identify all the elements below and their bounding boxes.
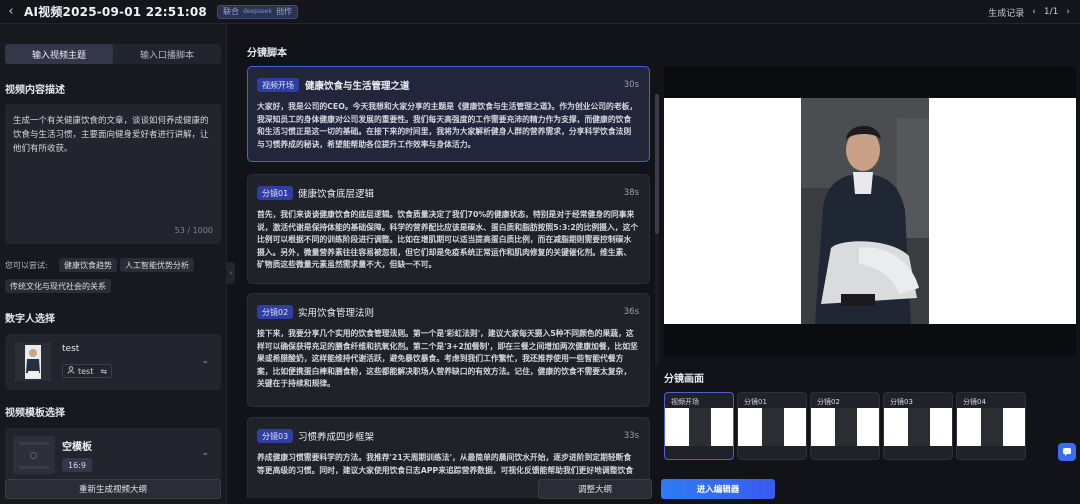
input-mode-tabs: 输入视频主题 输入口播脚本 [5,44,221,64]
card-tag: 分镜01 [257,186,294,200]
card-body: 接下来，我要分享几个实用的饮食管理法则。第一个是'彩虹法则'，建议大家每天摄入5… [257,329,638,388]
back-arrow-icon[interactable]: ‹ [4,0,18,24]
user-icon [67,366,75,376]
pager-text: 1/1 [1043,7,1059,17]
template-thumbnail [13,436,55,474]
template-section-title: 视频模板选择 [5,408,65,419]
card-body: 首先，我们来谈谈健康饮食的底层逻辑。饮食质量决定了我们70%的健康状态，特别是对… [257,210,639,269]
script-section-title: 分镜脚本 [247,48,287,59]
card-duration: 36s [623,307,639,317]
frame-person [981,408,1003,446]
suggestion-chip[interactable]: 人工智能优势分析 [120,258,194,272]
main-area: 分镜脚本 视频开场 健康饮食与生活管理之道 30s 大家好，我是公司的CEO。今… [237,24,1080,504]
frame-image [811,408,879,446]
avatar-name: test [62,344,80,354]
template-thumb-bar [19,466,49,469]
badge-suffix: 创作 [275,7,292,16]
frame-label: 分镜04 [963,398,986,406]
card-tag: 分镜02 [257,305,294,319]
avatar-tag-label: test [78,366,94,376]
tab-script[interactable]: 输入口播脚本 [113,44,221,64]
suggestion-chip[interactable]: 传统文化与现代社会的关系 [5,279,111,293]
avatar-section-title: 数字人选择 [5,314,55,325]
swap-icon[interactable]: ⇋ [100,367,107,376]
top-bar: ‹ AI视频2025-09-01 22:51:08 联合 deepseek 创作… [0,0,1080,24]
frame-thumb[interactable]: 分镜03 [883,392,953,460]
template-name: 空模板 [62,442,92,453]
card-duration: 33s [623,431,639,441]
pager-next-icon[interactable]: › [1066,7,1070,17]
frame-thumb[interactable]: 分镜01 [737,392,807,460]
card-duration: 38s [623,188,639,198]
frame-label: 分镜02 [817,398,840,406]
frame-image [884,408,952,446]
pager-prev-icon[interactable]: ‹ [1032,7,1036,17]
card-title: 健康饮食底层逻辑 [298,189,375,200]
cocreate-badge: 联合 deepseek 创作 [216,4,298,19]
script-card[interactable]: 分镜02 实用饮食管理法则 36s 接下来，我要分享几个实用的饮食管理法则。第一… [247,293,650,407]
top-right-controls: 生成记录 ‹ 1/1 › [988,0,1070,24]
collapse-panel-icon[interactable]: ‹ [227,262,235,284]
frame-image [665,408,733,446]
card-title: 习惯养成四步框架 [298,432,375,443]
avatar-thumbnail [15,343,51,381]
chevron-down-icon[interactable]: ⌄ [201,448,209,458]
card-title: 健康饮食与生活管理之道 [305,81,410,92]
frame-person [762,408,784,446]
frame-thumb[interactable]: 分镜04 [956,392,1026,460]
script-card[interactable]: 视频开场 健康饮食与生活管理之道 30s 大家好，我是公司的CEO。今天我想和大… [247,66,650,162]
card-body: 大家好，我是公司的CEO。今天我想和大家分享的主题是《健康饮食与生活管理之道》。… [257,102,638,149]
frame-label: 分镜03 [890,398,913,406]
page-title: AI视频2025-09-01 22:51:08 [24,5,207,19]
script-scrollbar[interactable] [655,94,659,364]
suggestion-chip[interactable]: 健康饮食趋势 [59,258,117,272]
frame-label: 视频开场 [671,398,699,406]
avatar-select[interactable]: test test ⇋ ⌄ [5,334,221,390]
scrollbar-thumb[interactable] [655,94,659,234]
preview-avatar-image [801,98,929,324]
frame-image [957,408,1025,446]
card-duration: 30s [623,80,639,90]
try-label: 您可以尝试: [5,261,48,270]
deepseek-logo: deepseek [242,8,272,15]
desc-text: 生成一个有关健康饮食的文章，谈谈如何养成健康的饮食与生活习惯，主要面向健身爱好者… [13,116,209,154]
badge-text: 联合 [222,7,239,16]
desc-char-count: 53 / 1000 [174,226,213,235]
frames-section-title: 分镜画面 [664,374,704,385]
desc-textarea[interactable]: 生成一个有关健康饮食的文章，谈谈如何养成健康的饮食与生活习惯，主要面向健身爱好者… [5,104,221,244]
script-card[interactable]: 分镜01 健康饮食底层逻辑 38s 首先，我们来谈谈健康饮食的底层逻辑。饮食质量… [247,174,650,284]
script-card-list: 视频开场 健康饮食与生活管理之道 30s 大家好，我是公司的CEO。今天我想和大… [247,66,650,498]
left-panel: 输入视频主题 输入口播脚本 视频内容描述 生成一个有关健康饮食的文章，谈谈如何养… [0,24,227,504]
chat-help-icon[interactable] [1058,443,1076,461]
adjust-outline-button[interactable]: 调整大纲 [538,479,652,499]
history-link[interactable]: 生成记录 [988,6,1024,19]
frame-thumb[interactable]: 视频开场 [664,392,734,460]
regenerate-outline-button[interactable]: 重新生成视频大纲 [5,479,221,499]
frame-person [689,408,711,446]
frame-person [908,408,930,446]
frame-person [835,408,857,446]
desc-section-title: 视频内容描述 [5,85,65,96]
card-body: 养成健康习惯需要科学的方法。我推荐'21天周期训练法'，从最简单的晨间饮水开始，… [257,453,634,475]
frame-label: 分镜01 [744,398,767,406]
template-thumb-bar [19,442,49,445]
card-title: 实用饮食管理法则 [298,308,375,319]
video-preview [664,66,1076,356]
template-thumb-dot [30,452,37,459]
template-ratio: 16:9 [62,458,92,472]
chevron-down-icon[interactable]: ⌄ [201,356,209,366]
template-select[interactable]: 空模板 16:9 ⌄ [5,428,221,482]
card-tag: 视频开场 [257,78,299,92]
frame-thumb[interactable]: 分镜02 [810,392,880,460]
frame-image [738,408,806,446]
open-editor-button[interactable]: 进入编辑器 [661,479,775,499]
tab-video-topic[interactable]: 输入视频主题 [5,44,113,64]
card-tag: 分镜03 [257,429,294,443]
avatar-voice-tag[interactable]: test ⇋ [62,364,113,378]
